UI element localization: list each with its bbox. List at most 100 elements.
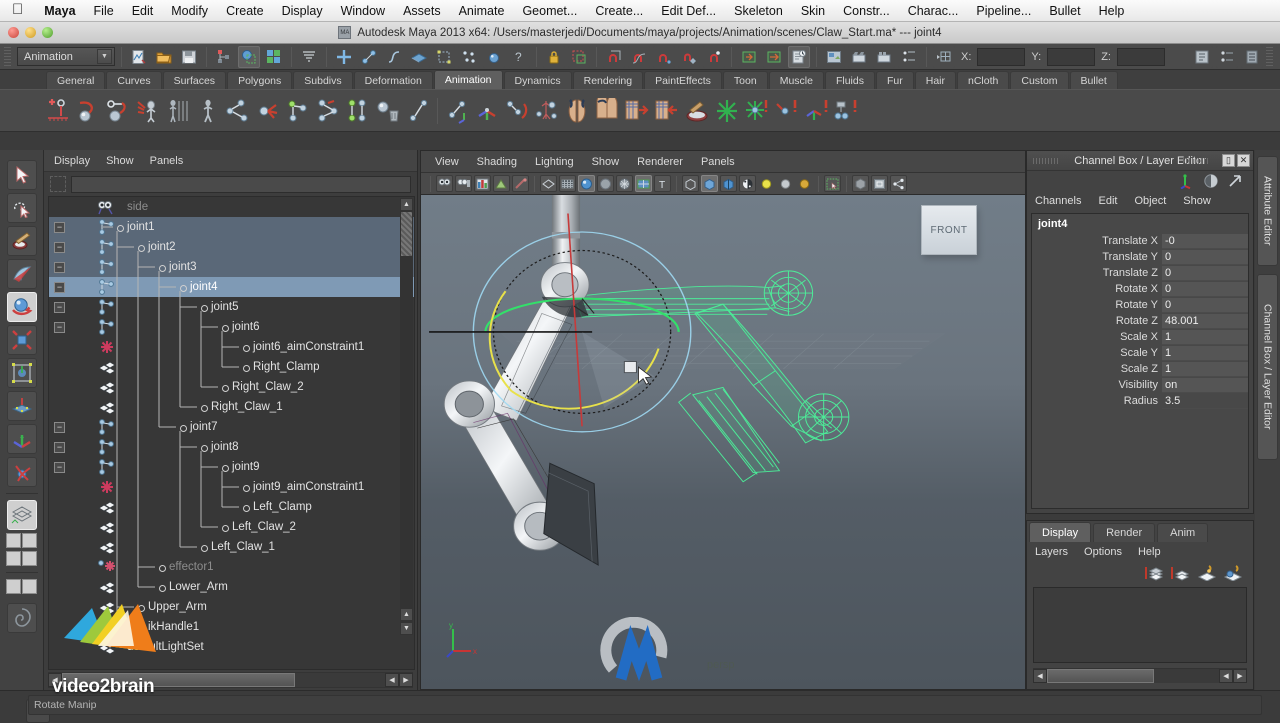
expand-collapse-toggle[interactable]: −: [54, 261, 65, 273]
coord-input-x[interactable]: [977, 47, 1026, 66]
menu-pipeline[interactable]: Pipeline...: [967, 2, 1040, 20]
scale-tool-button[interactable]: [6, 325, 37, 355]
expand-collapse-toggle[interactable]: −: [54, 461, 65, 473]
remove-joint-icon[interactable]: [374, 96, 402, 126]
channel-attribute-value[interactable]: 0: [1162, 281, 1248, 297]
channel-box-row[interactable]: Translate Y0: [1032, 249, 1248, 265]
layer-hscroll-track[interactable]: [1047, 668, 1219, 683]
smooth-shade-all-icon[interactable]: [578, 175, 595, 192]
outliner-row[interactable]: joint9_aimConstraint1: [49, 477, 414, 497]
snap-to-point-icon[interactable]: [653, 45, 675, 68]
render-current-frame-icon[interactable]: [848, 45, 870, 68]
shelf-tab-dynamics[interactable]: Dynamics: [503, 71, 572, 89]
shelf-tab-curves[interactable]: Curves: [106, 71, 162, 89]
menu-edit[interactable]: Edit: [123, 2, 163, 20]
full-body-ik-icon[interactable]: [134, 96, 162, 126]
layer-tab-render[interactable]: Render: [1093, 523, 1156, 542]
bind-skin-icon[interactable]: [533, 96, 561, 126]
channel-box-attribute-list[interactable]: joint4 Translate X -0 Translate Y 0 Translat…: [1031, 213, 1249, 509]
show-manipulator-tool-button[interactable]: [6, 424, 37, 454]
save-scene-icon[interactable]: [178, 45, 200, 68]
xray-joints-icon[interactable]: [871, 175, 888, 192]
shelf-tab-rendering[interactable]: Rendering: [572, 71, 644, 89]
import-skin-weight-maps-icon[interactable]: [653, 96, 681, 126]
select-by-object-type-icon[interactable]: [238, 45, 260, 68]
expand-collapse-toggle[interactable]: −: [54, 421, 65, 433]
channel-box-menu-edit[interactable]: Edit: [1098, 195, 1117, 207]
mask-deformations-icon[interactable]: [433, 45, 455, 68]
menu-skeleton[interactable]: Skeleton: [725, 2, 792, 20]
mask-rendering-icon[interactable]: [483, 45, 505, 68]
channel-attribute-value[interactable]: 1: [1162, 361, 1248, 377]
channel-attribute-value[interactable]: 1: [1162, 329, 1248, 345]
outliner-row[interactable]: Right_Clamp: [49, 357, 414, 377]
lock-selection-icon[interactable]: [543, 45, 565, 68]
channel-attribute-name[interactable]: Translate Z: [1032, 267, 1162, 279]
use-default-lighting-icon[interactable]: [682, 175, 699, 192]
layer-hscroll-right-2[interactable]: ▶: [1233, 668, 1247, 683]
view-cube[interactable]: FRONT: [921, 205, 977, 255]
assume-preferred-angle-icon[interactable]: [503, 96, 531, 126]
layer-hscroll-right-1[interactable]: ◀: [1219, 668, 1233, 683]
outliner-row[interactable]: Right_Claw_1: [49, 397, 414, 417]
expand-collapse-toggle[interactable]: −: [54, 441, 65, 453]
outliner-row[interactable]: Left_Claw_1: [49, 537, 414, 557]
channel-attribute-value[interactable]: 0: [1162, 265, 1248, 281]
shelf-tab-animation[interactable]: Animation: [433, 70, 503, 89]
toolbar-grip-right[interactable]: [1266, 46, 1273, 67]
mask-curves-icon[interactable]: [383, 45, 405, 68]
image-plane-icon[interactable]: [493, 175, 510, 192]
menu-edit-deformers[interactable]: Edit Def...: [652, 2, 725, 20]
outliner-search-input[interactable]: [71, 175, 411, 193]
undock-panel-button[interactable]: ▯: [1222, 154, 1235, 167]
panel-grip-right[interactable]: [1183, 158, 1209, 164]
channel-attribute-name[interactable]: Rotate Z: [1032, 315, 1162, 327]
hscroll-right-arrow-2[interactable]: ▶: [399, 673, 413, 687]
outliner-row[interactable]: − joint4: [49, 277, 414, 297]
layer-hscroll-thumb[interactable]: [1047, 668, 1154, 683]
menu-help[interactable]: Help: [1090, 2, 1134, 20]
shelf-tab-subdivs[interactable]: Subdivs: [293, 71, 353, 89]
universal-manipulator-button[interactable]: [6, 358, 37, 388]
layer-tab-anim[interactable]: Anim: [1157, 523, 1209, 542]
channel-attribute-name[interactable]: Radius: [1032, 395, 1162, 407]
shelf-tab-painteffects[interactable]: PaintEffects: [644, 71, 722, 89]
camera-attributes-icon[interactable]: [455, 175, 472, 192]
close-panel-button[interactable]: ✕: [1237, 154, 1250, 167]
set-preferred-angle-icon[interactable]: [473, 96, 501, 126]
viewport-menu-renderer[interactable]: Renderer: [637, 156, 683, 168]
connect-joint-icon[interactable]: [224, 96, 252, 126]
toggle-channel-display-icon[interactable]: [1203, 173, 1219, 189]
scroll-thumb[interactable]: [401, 212, 412, 256]
shelf-tab-surfaces[interactable]: Surfaces: [162, 71, 227, 89]
render-view-icon[interactable]: [823, 45, 845, 68]
outliner-row[interactable]: − joint2: [49, 237, 414, 257]
move-tool-button[interactable]: [6, 259, 37, 289]
smooth-shade-icon[interactable]: [559, 175, 576, 192]
outliner-row[interactable]: Left_Clamp: [49, 497, 414, 517]
expand-collapse-toggle[interactable]: −: [54, 241, 65, 253]
maya-shell-icon[interactable]: [6, 603, 37, 633]
channel-attribute-name[interactable]: Rotate Y: [1032, 299, 1162, 311]
mask-dynamics-icon[interactable]: [458, 45, 480, 68]
rotate-tool-button[interactable]: [6, 292, 37, 322]
ik-handle-tool-icon[interactable]: [74, 96, 102, 126]
channel-box-menu-object[interactable]: Object: [1134, 195, 1166, 207]
menu-file[interactable]: File: [85, 2, 123, 20]
light-grey-icon[interactable]: [777, 175, 794, 192]
new-light-layer-icon[interactable]: [1223, 565, 1243, 581]
speed-arrow-icon[interactable]: [1227, 173, 1243, 189]
channel-attribute-value[interactable]: 0: [1162, 249, 1248, 265]
channel-box-row[interactable]: Translate X -0: [1032, 233, 1248, 249]
channel-box-row[interactable]: Visibility on: [1032, 377, 1248, 393]
flat-shade-icon[interactable]: [597, 175, 614, 192]
mirror-joint-icon[interactable]: [344, 96, 372, 126]
shadows-icon[interactable]: [720, 175, 737, 192]
component-mask-menu-icon[interactable]: [298, 45, 320, 68]
input-connections-icon[interactable]: [738, 45, 760, 68]
tab-channel-box-layer-editor[interactable]: Channel Box / Layer Editor: [1257, 274, 1278, 460]
shelf-tab-bullet[interactable]: Bullet: [1069, 71, 1118, 89]
outliner-row[interactable]: effector1: [49, 557, 414, 577]
outliner-row[interactable]: − joint3: [49, 257, 414, 277]
snap-to-grid-icon[interactable]: [603, 45, 625, 68]
